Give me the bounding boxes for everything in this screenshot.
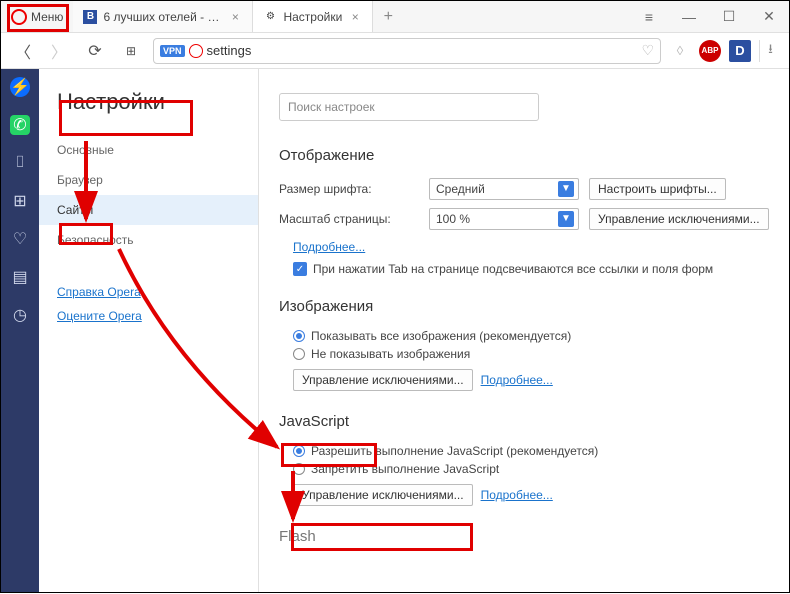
left-rail: ⚡ ✆ ⌷ ⊞ ♡ ▤ ◷ <box>1 69 39 592</box>
chevron-down-icon: ▼ <box>558 211 574 227</box>
section-heading: Изображения <box>279 298 769 315</box>
new-tab-button[interactable]: + <box>373 1 403 32</box>
reload-button[interactable]: ⟳ <box>81 37 109 65</box>
tab-highlight-label: При нажатии Tab на странице подсвечивают… <box>313 262 713 276</box>
tab-title: Настройки <box>283 10 342 24</box>
gear-icon: ⚙ <box>263 10 277 24</box>
extension-d-icon[interactable]: D <box>729 40 751 62</box>
js-block-label: Запретить выполнение JavaScript <box>311 462 499 476</box>
window-menu-icon[interactable]: ≡ <box>629 1 669 32</box>
window-minimize-icon[interactable]: — <box>669 1 709 32</box>
whatsapp-icon[interactable]: ✆ <box>10 115 30 135</box>
camera-icon[interactable]: ⌷ <box>10 153 30 173</box>
settings-sidebar: Настройки Основные Браузер Сайты Безопас… <box>39 69 259 592</box>
images-exceptions-button[interactable]: Управление исключениями... <box>293 369 473 391</box>
section-heading: Отображение <box>279 147 769 164</box>
sidebar-item-basic[interactable]: Основные <box>39 135 258 165</box>
display-more-link[interactable]: Подробнее... <box>293 240 365 254</box>
menu-label: Меню <box>31 10 63 24</box>
clock-icon[interactable]: ◷ <box>10 305 30 325</box>
section-flash: Flash <box>279 528 769 545</box>
images-show-radio[interactable] <box>293 330 305 342</box>
forward-button: 〉 <box>45 37 73 65</box>
window-close-icon[interactable]: ✕ <box>749 1 789 32</box>
address-bar: 〈 〉 ⟳ ⊞ VPN ♡ ◊ ABP D ⭳ <box>1 33 789 69</box>
tab-2-settings[interactable]: ⚙ Настройки × <box>253 1 373 32</box>
url-input[interactable] <box>207 43 638 58</box>
window-maximize-icon[interactable]: ☐ <box>709 1 749 32</box>
section-heading: Flash <box>279 528 769 545</box>
images-hide-radio[interactable] <box>293 348 305 360</box>
sidebar-item-browser[interactable]: Браузер <box>39 165 258 195</box>
grid-icon[interactable]: ⊞ <box>10 191 30 211</box>
js-allow-label: Разрешить выполнение JavaScript (рекомен… <box>311 444 598 458</box>
page-zoom-label: Масштаб страницы: <box>279 212 419 226</box>
section-javascript: JavaScript Разрешить выполнение JavaScri… <box>279 413 769 506</box>
messenger-icon[interactable]: ⚡ <box>10 77 30 97</box>
rate-link[interactable]: Оцените Opera <box>57 309 240 323</box>
tab-favicon-icon: B <box>83 10 97 24</box>
help-link[interactable]: Справка Opera <box>57 285 240 299</box>
images-show-label: Показывать все изображения (рекомендуетс… <box>311 329 571 343</box>
tab-1[interactable]: B 6 лучших отелей - Мертв × <box>73 1 253 32</box>
content-area: Поиск настроек Отображение Размер шрифта… <box>259 69 789 592</box>
speed-dial-icon[interactable]: ⊞ <box>117 37 145 65</box>
js-allow-radio[interactable] <box>293 445 305 457</box>
js-block-radio[interactable] <box>293 463 305 475</box>
images-more-link[interactable]: Подробнее... <box>481 373 553 387</box>
zoom-exceptions-button[interactable]: Управление исключениями... <box>589 208 769 230</box>
customize-fonts-button[interactable]: Настроить шрифты... <box>589 178 726 200</box>
opera-logo-icon <box>11 9 27 25</box>
back-button[interactable]: 〈 <box>9 37 37 65</box>
news-icon[interactable]: ▤ <box>10 267 30 287</box>
tab-close-icon[interactable]: × <box>228 10 242 24</box>
js-exceptions-button[interactable]: Управление исключениями... <box>293 484 473 506</box>
page-title: Настройки <box>39 89 258 135</box>
section-display: Отображение Размер шрифта: Средний▼ Наст… <box>279 147 769 276</box>
settings-search-input[interactable]: Поиск настроек <box>279 93 539 121</box>
adblock-icon[interactable]: ABP <box>699 40 721 62</box>
section-heading: JavaScript <box>279 413 769 430</box>
section-images: Изображения Показывать все изображения (… <box>279 298 769 391</box>
shield-icon[interactable]: ◊ <box>669 40 691 62</box>
tab-close-icon[interactable]: × <box>348 10 362 24</box>
page-zoom-select[interactable]: 100 %▼ <box>429 208 579 230</box>
download-icon[interactable]: ⭳ <box>759 40 781 62</box>
opera-url-icon <box>189 44 203 58</box>
bookmark-heart-icon[interactable]: ♡ <box>641 42 654 59</box>
heart-rail-icon[interactable]: ♡ <box>10 229 30 249</box>
tab-highlight-checkbox[interactable]: ✓ <box>293 262 307 276</box>
title-bar: Меню B 6 лучших отелей - Мертв × ⚙ Настр… <box>1 1 789 33</box>
search-placeholder: Поиск настроек <box>288 100 375 114</box>
font-size-label: Размер шрифта: <box>279 182 419 196</box>
url-input-container[interactable]: VPN ♡ <box>153 38 661 64</box>
font-size-select[interactable]: Средний▼ <box>429 178 579 200</box>
menu-button[interactable]: Меню <box>1 1 73 32</box>
sidebar-item-sites[interactable]: Сайты <box>39 195 258 225</box>
chevron-down-icon: ▼ <box>558 181 574 197</box>
vpn-badge[interactable]: VPN <box>160 45 185 57</box>
tab-title: 6 лучших отелей - Мертв <box>103 10 222 24</box>
images-hide-label: Не показывать изображения <box>311 347 470 361</box>
sidebar-item-security[interactable]: Безопасность <box>39 225 258 255</box>
js-more-link[interactable]: Подробнее... <box>481 488 553 502</box>
